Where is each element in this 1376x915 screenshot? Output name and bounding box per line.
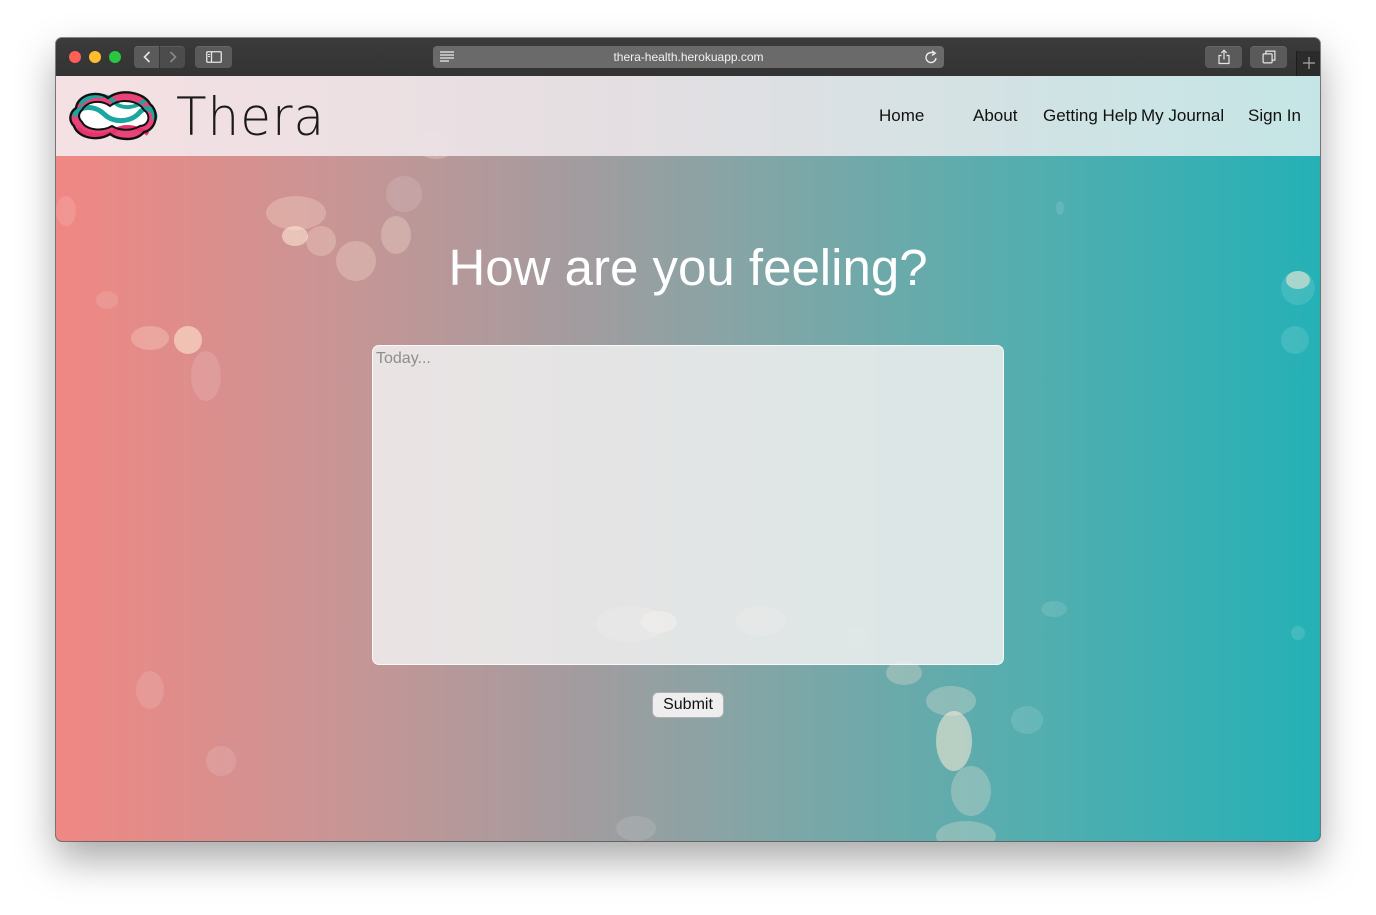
thera-logo-icon[interactable] [68,86,160,144]
back-button[interactable] [134,46,159,68]
reload-icon[interactable] [925,50,938,64]
tabs-overview-icon [1262,50,1275,64]
zoom-window-button[interactable] [109,51,121,63]
share-icon [1217,49,1230,65]
nav-getting-help-link[interactable]: Getting Help [1043,106,1138,126]
plus-icon [1303,57,1315,69]
sidebar-toggle-button[interactable] [195,46,232,68]
logo-text[interactable]: Thera [176,87,325,148]
nav-sign-in-link[interactable]: Sign In [1248,106,1301,126]
close-window-button[interactable] [69,51,81,63]
page-title: How are you feeling? [448,239,928,296]
nav-home-link[interactable]: Home [879,106,924,126]
chevron-left-icon [142,51,150,63]
share-button[interactable] [1205,46,1242,68]
sidebar-icon [205,51,222,63]
browser-toolbar: thera-health.herokuapp.com [56,38,1320,77]
address-bar[interactable]: thera-health.herokuapp.com [433,46,944,68]
page-viewport: Thera Home About Getting Help My Journal… [56,76,1320,841]
browser-window: thera-health.herokuapp.com Thera Home Ab… [56,38,1320,841]
new-tab-button[interactable] [1296,51,1320,76]
nav-about-link[interactable]: About [973,106,1017,126]
forward-button[interactable] [160,46,185,68]
submit-button[interactable]: Submit [652,692,724,718]
journal-entry-textarea[interactable] [372,345,1004,665]
chevron-right-icon [169,51,177,63]
site-header: Thera Home About Getting Help My Journal… [56,76,1320,156]
tab-overview-button[interactable] [1250,46,1287,68]
minimize-window-button[interactable] [89,51,101,63]
url-text: thera-health.herokuapp.com [613,50,764,64]
nav-my-journal-link[interactable]: My Journal [1141,106,1224,126]
